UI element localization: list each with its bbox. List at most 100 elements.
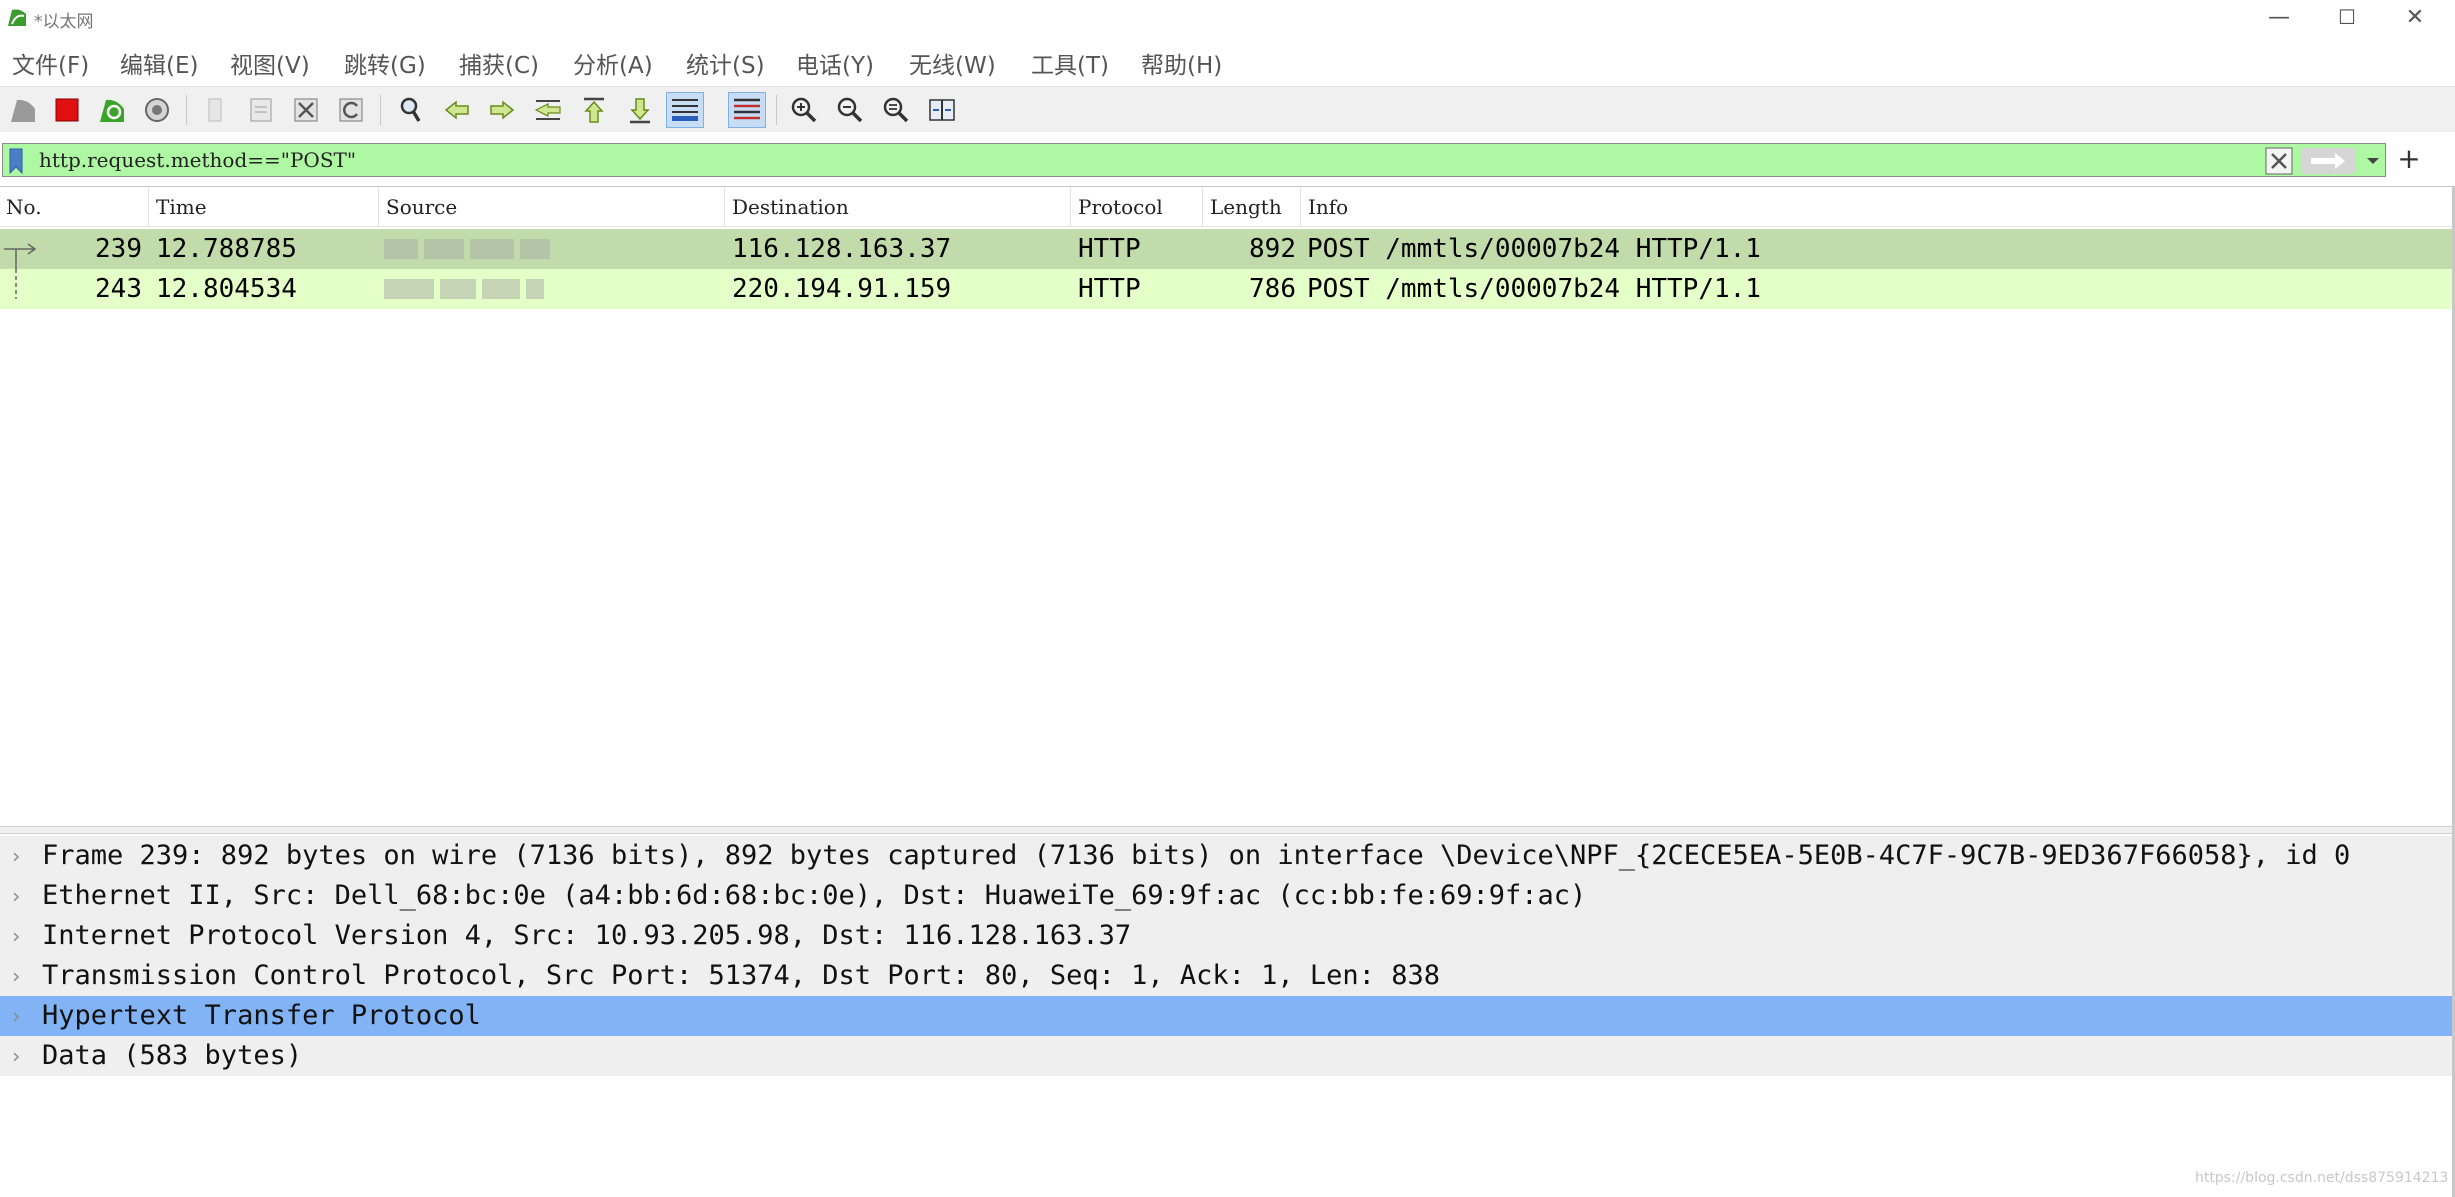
chevron-down-icon <box>2367 158 2379 164</box>
close-file-button[interactable] <box>287 92 325 128</box>
go-to-packet-button[interactable] <box>529 92 567 128</box>
menu-wireless[interactable]: 无线(W) <box>909 46 996 80</box>
packet-info: POST /mmtls/00007b24 HTTP/1.1 <box>1307 274 1761 304</box>
filter-history-dropdown[interactable] <box>2363 150 2383 172</box>
display-filter-field <box>2 143 2386 177</box>
maximize-button[interactable]: ☐ <box>2313 0 2381 34</box>
packet-details: › Frame 239: 892 bytes on wire (7136 bit… <box>0 834 2455 1197</box>
menu-statistics[interactable]: 统计(S) <box>686 46 765 80</box>
menu-tools[interactable]: 工具(T) <box>1031 46 1109 80</box>
packet-time: 12.804534 <box>156 274 297 304</box>
packet-row[interactable]: 243 12.804534 220.194.91.159 HTTP 786 PO… <box>0 269 2455 309</box>
expand-chevron-icon[interactable]: › <box>10 876 26 916</box>
title-bar: *以太网 — ☐ ✕ <box>0 0 2455 34</box>
menu-telephony[interactable]: 电话(Y) <box>796 46 874 80</box>
toolbar-separator <box>380 95 381 125</box>
column-divider[interactable] <box>148 187 149 227</box>
tree-item-data[interactable]: › Data (583 bytes) <box>0 1036 2452 1076</box>
column-divider[interactable] <box>1070 187 1071 227</box>
reload-file-button[interactable] <box>332 92 370 128</box>
maximize-icon: ☐ <box>2338 5 2356 29</box>
stop-capture-button[interactable] <box>48 92 86 128</box>
column-header-protocol[interactable]: Protocol <box>1072 187 1163 227</box>
first-packet-button[interactable] <box>575 92 613 128</box>
start-capture-button[interactable] <box>4 92 42 128</box>
zoom-in-button[interactable] <box>785 92 823 128</box>
column-header-time[interactable]: Time <box>150 187 207 227</box>
menu-help[interactable]: 帮助(H) <box>1141 46 1222 80</box>
packet-destination: 220.194.91.159 <box>732 274 952 304</box>
menu-analyze[interactable]: 分析(A) <box>573 46 653 80</box>
pane-splitter[interactable] <box>0 826 2455 834</box>
column-divider[interactable] <box>1300 187 1301 227</box>
menu-view[interactable]: 视图(V) <box>230 46 310 80</box>
column-header-source[interactable]: Source <box>380 187 457 227</box>
tree-item-http[interactable]: › Hypertext Transfer Protocol <box>0 996 2452 1036</box>
tree-item-label: Internet Protocol Version 4, Src: 10.93.… <box>42 920 1132 951</box>
find-packet-icon <box>400 97 421 122</box>
close-icon: ✕ <box>2405 4 2425 30</box>
packet-no: 243 <box>95 274 142 304</box>
packet-length: 892 <box>1249 234 1296 264</box>
apply-filter-button[interactable] <box>2301 148 2355 174</box>
expand-chevron-icon[interactable]: › <box>10 956 26 996</box>
menu-go[interactable]: 跳转(G) <box>344 46 426 80</box>
add-filter-button-plus-icon[interactable]: + <box>2394 142 2424 176</box>
column-header-info[interactable]: Info <box>1302 187 1348 227</box>
column-divider[interactable] <box>1202 187 1203 227</box>
restart-capture-button[interactable] <box>93 92 131 128</box>
colorize-button[interactable] <box>728 92 766 128</box>
zoom-out-button[interactable] <box>831 92 869 128</box>
expand-chevron-icon[interactable]: › <box>10 916 26 956</box>
open-file-button[interactable] <box>196 92 234 128</box>
zoom-normal-button[interactable] <box>877 92 915 128</box>
redacted-source-address <box>384 279 544 299</box>
clear-filter-icon[interactable] <box>2265 147 2293 175</box>
packet-list: No. Time Source Destination Protocol Len… <box>0 186 2455 826</box>
packet-row[interactable]: 239 12.788785 116.128.163.37 HTTP 892 PO… <box>0 229 2455 269</box>
go-forward-button[interactable] <box>483 92 521 128</box>
column-header-length[interactable]: Length <box>1204 187 1282 227</box>
packet-info: POST /mmtls/00007b24 HTTP/1.1 <box>1307 234 1761 264</box>
tree-item-frame[interactable]: › Frame 239: 892 bytes on wire (7136 bit… <box>0 836 2452 876</box>
last-packet-icon <box>630 98 650 124</box>
packet-list-header: No. Time Source Destination Protocol Len… <box>0 187 2455 227</box>
zoom-out-icon <box>837 97 863 123</box>
expand-chevron-icon[interactable]: › <box>10 836 26 876</box>
column-header-no[interactable]: No. <box>0 187 42 227</box>
restart-capture-icon <box>100 99 124 122</box>
menu-file[interactable]: 文件(F) <box>12 46 89 80</box>
find-packet-button[interactable] <box>392 92 430 128</box>
go-to-packet-icon <box>534 100 561 120</box>
minimize-button[interactable]: — <box>2245 0 2313 34</box>
capture-options-button[interactable] <box>138 92 176 128</box>
tree-item-label: Frame 239: 892 bytes on wire (7136 bits)… <box>42 840 2351 871</box>
save-file-button[interactable] <box>242 92 280 128</box>
menu-capture[interactable]: 捕获(C) <box>459 46 539 80</box>
expand-chevron-icon[interactable]: › <box>10 996 26 1036</box>
redacted-source-address <box>384 239 550 259</box>
stop-capture-icon <box>55 98 79 122</box>
column-divider[interactable] <box>378 187 379 227</box>
tree-item-label: Data (583 bytes) <box>42 1040 303 1071</box>
column-divider[interactable] <box>724 187 725 227</box>
tree-item-ipv4[interactable]: › Internet Protocol Version 4, Src: 10.9… <box>0 916 2452 956</box>
save-file-icon <box>250 98 272 122</box>
column-header-destination[interactable]: Destination <box>726 187 849 227</box>
go-back-button[interactable] <box>438 92 476 128</box>
resize-columns-icon <box>929 99 955 121</box>
tree-item-tcp[interactable]: › Transmission Control Protocol, Src Por… <box>0 956 2452 996</box>
reload-file-icon <box>339 98 363 122</box>
tree-item-ethernet[interactable]: › Ethernet II, Src: Dell_68:bc:0e (a4:bb… <box>0 876 2452 916</box>
bookmark-icon[interactable] <box>9 148 23 174</box>
display-filter-input[interactable] <box>39 146 2219 174</box>
last-packet-button[interactable] <box>621 92 659 128</box>
auto-scroll-button[interactable] <box>666 92 704 128</box>
menu-edit[interactable]: 编辑(E) <box>120 46 198 80</box>
expand-chevron-icon[interactable]: › <box>10 1036 26 1076</box>
display-filter-bar: + <box>0 140 2455 180</box>
go-back-icon <box>444 100 469 120</box>
close-window-button[interactable]: ✕ <box>2381 0 2449 34</box>
main-toolbar <box>0 86 2455 132</box>
resize-columns-button[interactable] <box>923 92 961 128</box>
